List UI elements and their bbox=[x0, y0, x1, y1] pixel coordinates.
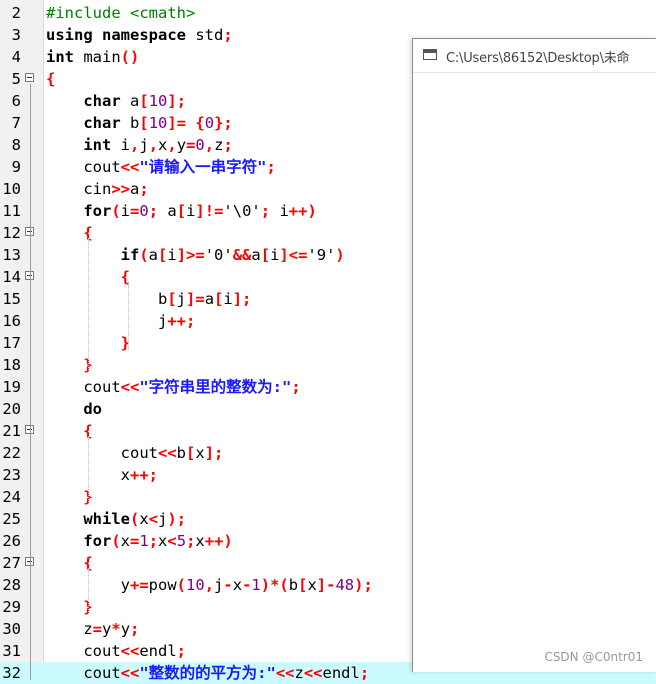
code-text: do bbox=[83, 400, 102, 418]
line-number: 15 bbox=[2, 290, 21, 308]
code-text: y+=pow(10,j-x-1)*(b[x]-48); bbox=[120, 576, 373, 594]
code-text: cout<<"请输入一串字符"; bbox=[83, 158, 276, 176]
code-text: x++; bbox=[120, 466, 158, 484]
line-number: 21 bbox=[2, 422, 21, 440]
line-number: 32 bbox=[2, 664, 21, 682]
line-number: 2 bbox=[11, 4, 21, 22]
console-title-text: C:\Users\86152\Desktop\未命 bbox=[446, 51, 630, 66]
line-number: 18 bbox=[2, 356, 21, 374]
line-number: 10 bbox=[2, 180, 21, 198]
indent-guide bbox=[88, 568, 89, 614]
line-number: 6 bbox=[11, 92, 21, 110]
code-text: #include <cmath> bbox=[46, 4, 196, 22]
line-number: 20 bbox=[2, 400, 21, 418]
line-number: 11 bbox=[2, 202, 21, 220]
line-number: 25 bbox=[2, 510, 21, 528]
line-number: 19 bbox=[2, 378, 21, 396]
watermark-text: CSDN @C0ntr01 bbox=[544, 650, 643, 664]
code-text: using namespace std; bbox=[46, 26, 233, 44]
code-text: cout<<b[x]; bbox=[120, 444, 224, 462]
code-text: cout<<"字符串里的整数为:"; bbox=[83, 378, 301, 396]
indent-guide bbox=[88, 436, 89, 504]
console-app-icon bbox=[423, 49, 437, 60]
line-number: 7 bbox=[11, 114, 21, 132]
line-number: 24 bbox=[2, 488, 21, 506]
line-number: 8 bbox=[11, 136, 21, 154]
code-text: b[j]=a[i]; bbox=[157, 290, 252, 308]
code-text: int i,j,x,y=0,z; bbox=[83, 136, 233, 154]
indent-guide bbox=[88, 238, 89, 372]
line-number: 22 bbox=[2, 444, 21, 462]
fold-bracket-line bbox=[30, 84, 31, 680]
code-text: char a[10]; bbox=[83, 92, 187, 110]
line-number: 17 bbox=[2, 334, 21, 352]
code-text: { bbox=[46, 70, 56, 88]
code-text: while(x<j); bbox=[83, 510, 187, 528]
line-number: 3 bbox=[11, 26, 21, 44]
indent-guide bbox=[128, 282, 129, 350]
code-text: z=y*y; bbox=[83, 620, 140, 638]
fold-toggle-icon[interactable] bbox=[25, 73, 34, 82]
console-window[interactable]: C:\Users\86152\Desktop\未命 请输入一串字符ab12cd3… bbox=[412, 38, 656, 672]
code-text: int main() bbox=[46, 48, 140, 66]
code-line[interactable]: 2 #include <cmath> bbox=[0, 2, 656, 24]
code-text: j++; bbox=[157, 312, 196, 330]
line-number: 5 bbox=[11, 70, 21, 88]
code-text: } bbox=[83, 488, 93, 506]
line-number: 4 bbox=[11, 48, 21, 66]
line-number: 29 bbox=[2, 598, 21, 616]
line-number: 13 bbox=[2, 246, 21, 264]
code-text: if(a[i]>='0'&&a[i]<='9') bbox=[120, 246, 345, 264]
console-title-bar[interactable]: C:\Users\86152\Desktop\未命 bbox=[413, 39, 656, 73]
line-number: 12 bbox=[2, 224, 21, 242]
line-number: 28 bbox=[2, 576, 21, 594]
line-number: 31 bbox=[2, 642, 21, 660]
code-text: for(i=0; a[i]!='\0'; i++) bbox=[83, 202, 317, 220]
code-text: cout<<endl; bbox=[83, 642, 186, 660]
code-text: for(x=1;x<5;x++) bbox=[83, 532, 233, 550]
code-text: cin>>a; bbox=[83, 180, 149, 198]
code-text: { bbox=[83, 224, 93, 242]
code-text: { bbox=[83, 554, 93, 572]
line-number: 26 bbox=[2, 532, 21, 550]
line-number: 23 bbox=[2, 466, 21, 484]
line-number: 16 bbox=[2, 312, 21, 330]
code-text: } bbox=[83, 598, 93, 616]
code-text: char b[10]= {0}; bbox=[83, 114, 233, 132]
code-text: } bbox=[83, 356, 93, 374]
line-number: 14 bbox=[2, 268, 21, 286]
code-text: { bbox=[83, 422, 93, 440]
line-number: 9 bbox=[11, 158, 21, 176]
code-text: cout<<"整数的的平方为:"<<z<<endl; bbox=[83, 664, 370, 682]
line-number: 27 bbox=[2, 554, 21, 572]
line-number: 30 bbox=[2, 620, 21, 638]
